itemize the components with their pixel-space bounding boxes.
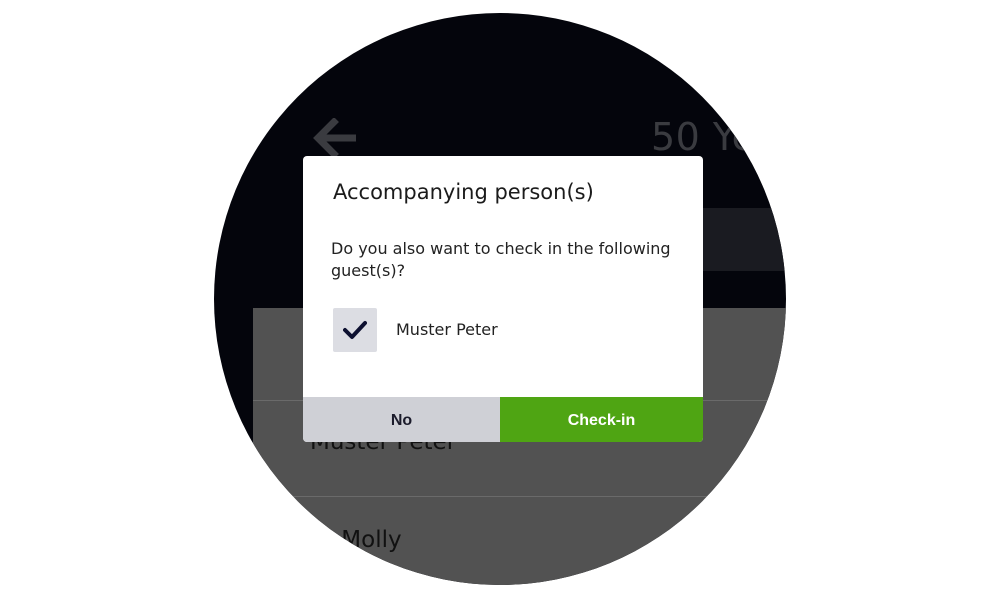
round-display: 50 Ye Muster Peter ss Molly Accompanying… xyxy=(214,13,786,585)
guest-option-item[interactable]: Muster Peter xyxy=(333,308,673,352)
dialog-message: Do you also want to check in the followi… xyxy=(331,239,671,280)
dialog-title: Accompanying person(s) xyxy=(333,180,594,204)
page-title: 50 Ye xyxy=(651,115,756,159)
accompanying-persons-dialog: Accompanying person(s) Do you also want … xyxy=(303,156,703,442)
arrow-left-icon[interactable] xyxy=(312,117,360,159)
guest-name: ss Molly xyxy=(310,527,402,553)
guest-checkbox[interactable] xyxy=(333,308,377,352)
guest-list-item[interactable]: ss Molly xyxy=(253,496,786,585)
check-in-button[interactable]: Check-in xyxy=(500,397,703,442)
screen: 50 Ye Muster Peter ss Molly Accompanying… xyxy=(0,0,1000,600)
guest-option-label: Muster Peter xyxy=(396,320,498,339)
checkmark-icon xyxy=(343,321,367,339)
no-button[interactable]: No xyxy=(303,397,500,442)
